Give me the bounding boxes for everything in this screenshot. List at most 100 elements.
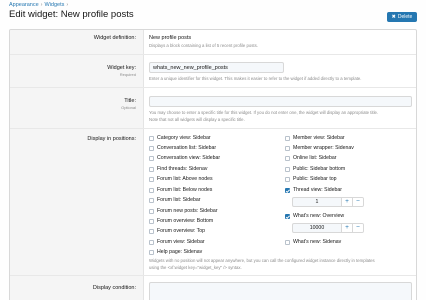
key-hint: Enter a unique identifier for this widge… [149,76,362,81]
position-checkbox[interactable]: Online list: Sidebar [285,155,337,161]
position-label: Member view: Sidebar [293,135,345,141]
position-label: Online list: Sidebar [293,155,337,161]
checkbox-box[interactable] [149,155,154,161]
checkbox-box[interactable] [149,166,154,172]
increment-button[interactable]: + [341,198,352,206]
whats-new-order-stepper[interactable]: 10000 + − [292,223,364,233]
positions-hint: Widgets with no position will not appear… [149,258,416,271]
position-label: Public: Sidebar top [293,176,337,182]
key-label: Widget key: [107,65,136,71]
title-input[interactable] [149,96,412,107]
position-label: Conversation view: Sidebar [157,155,221,161]
checkbox-box[interactable] [285,176,290,182]
condition-label: Display condition: [92,285,136,291]
positions-hint-line2: using the <xf:widget key="widget_key" />… [149,264,242,270]
checkbox-box[interactable] [149,218,154,224]
delete-button-label: Delete [397,14,413,20]
widget-form: Widget definition: New profile posts Dis… [9,29,417,300]
position-checkbox-thread-view[interactable]: Thread view: Sidebar [285,187,342,193]
checkbox-box[interactable] [285,135,290,141]
title-hint: You may choose to enter a specific title… [149,110,416,123]
checkbox-box[interactable] [149,228,154,234]
position-label: Forum view: Sidebar [157,239,205,245]
thread-view-order-stepper[interactable]: 1 + − [292,197,364,207]
position-checkbox[interactable]: Conversation view: Sidebar [149,155,220,161]
position-checkbox-whats-new[interactable]: What's new: Overview [285,213,344,219]
position-checkbox[interactable]: Forum overview: Top [149,228,205,234]
order-value[interactable]: 10000 [293,224,341,232]
checkbox-box[interactable] [149,249,154,255]
position-checkbox[interactable]: Conversation list: Sidebar [149,145,216,151]
position-checkbox[interactable]: Public: Sidebar bottom [285,166,345,172]
row-divider [10,87,416,88]
position-label: Category view: Sidebar [157,135,211,141]
position-checkbox[interactable]: Help page: Sidenav [149,249,202,255]
definition-hint: Displays a block containing a list of 5 … [149,43,258,48]
definition-label: Widget definition: [93,35,136,41]
checkbox-box[interactable] [285,155,290,161]
checkbox-box[interactable] [149,208,154,214]
position-label: What's new: Overview [293,213,345,219]
position-checkbox[interactable]: Public: Sidebar top [285,176,337,182]
checkbox-box[interactable] [285,145,290,151]
position-checkbox[interactable]: Forum overview: Bottom [149,218,213,224]
breadcrumb: Appearance › Widgets › [9,2,68,8]
trash-icon: ✖ [391,13,396,20]
position-label: Help page: Sidenav [157,249,203,255]
title-hint-line1: You may choose to enter a specific title… [149,110,379,115]
position-checkbox[interactable]: Forum list: Above nodes [149,176,213,182]
position-label: Forum list: Sidebar [157,197,201,203]
position-label: Forum overview: Top [157,228,206,234]
position-label: Forum list: Above nodes [157,176,213,182]
row-divider [10,128,416,129]
position-label: What's new: Sidenav [293,239,342,245]
increment-button[interactable]: + [341,224,352,232]
position-checkbox[interactable]: Member wrapper: Sidenav [285,145,354,151]
position-label: Find threads: Sidenav [157,166,208,172]
position-label: Thread view: Sidebar [293,187,343,193]
decrement-button[interactable]: − [352,224,363,232]
position-label: Conversation list: Sidebar [157,145,217,151]
checkbox-box[interactable] [149,187,154,193]
checkbox-box[interactable] [149,176,154,182]
position-checkbox[interactable]: Member view: Sidebar [285,135,345,141]
widget-key-input[interactable]: whats_new_new_profile_posts [149,62,284,73]
position-checkbox[interactable]: Forum new posts: Sidebar [149,208,218,214]
row-divider [10,275,416,276]
checkbox-box-checked[interactable] [285,187,290,193]
position-checkbox[interactable]: Find threads: Sidenav [149,166,207,172]
checkbox-box[interactable] [149,239,154,245]
position-checkbox[interactable]: Forum list: Sidebar [149,197,201,203]
position-checkbox[interactable]: Forum view: Sidebar [149,239,205,245]
position-checkbox[interactable]: What's new: Sidenav [285,239,341,245]
checkbox-box[interactable] [285,166,290,172]
breadcrumb-separator-end: › [66,2,69,8]
position-label: Public: Sidebar bottom [293,166,346,172]
page-title: Edit widget: New profile posts [9,9,134,20]
title-label: Title: [124,98,136,104]
decrement-button[interactable]: − [352,198,363,206]
breadcrumb-separator: › [40,2,43,8]
position-checkbox[interactable]: Category view: Sidebar [149,135,211,141]
checkbox-box[interactable] [149,135,154,141]
positions-label: Display in positions: [87,136,136,142]
position-label: Forum list: Below nodes [157,187,213,193]
position-checkbox[interactable]: Forum list: Below nodes [149,187,212,193]
position-label: Member wrapper: Sidenav [293,145,354,151]
row-divider [10,54,416,55]
position-label: Forum new posts: Sidebar [157,208,218,214]
order-value[interactable]: 1 [293,198,341,206]
checkbox-box-checked[interactable] [285,213,290,219]
page: Appearance › Widgets › Edit widget: New pro… [0,0,426,300]
title-optional: Optional [121,105,136,110]
condition-input[interactable] [149,282,412,300]
checkbox-box[interactable] [149,145,154,151]
breadcrumb-item-appearance[interactable]: Appearance [9,2,39,8]
checkbox-box[interactable] [285,239,290,245]
key-required: Required [119,72,136,77]
breadcrumb-item-widgets[interactable]: Widgets [45,2,65,8]
definition-value: New profile posts [149,35,192,41]
checkbox-box[interactable] [149,197,154,203]
title-hint-line2: Note that not all widgets will display a… [149,116,245,122]
delete-button[interactable]: ✖ Delete [387,12,417,22]
